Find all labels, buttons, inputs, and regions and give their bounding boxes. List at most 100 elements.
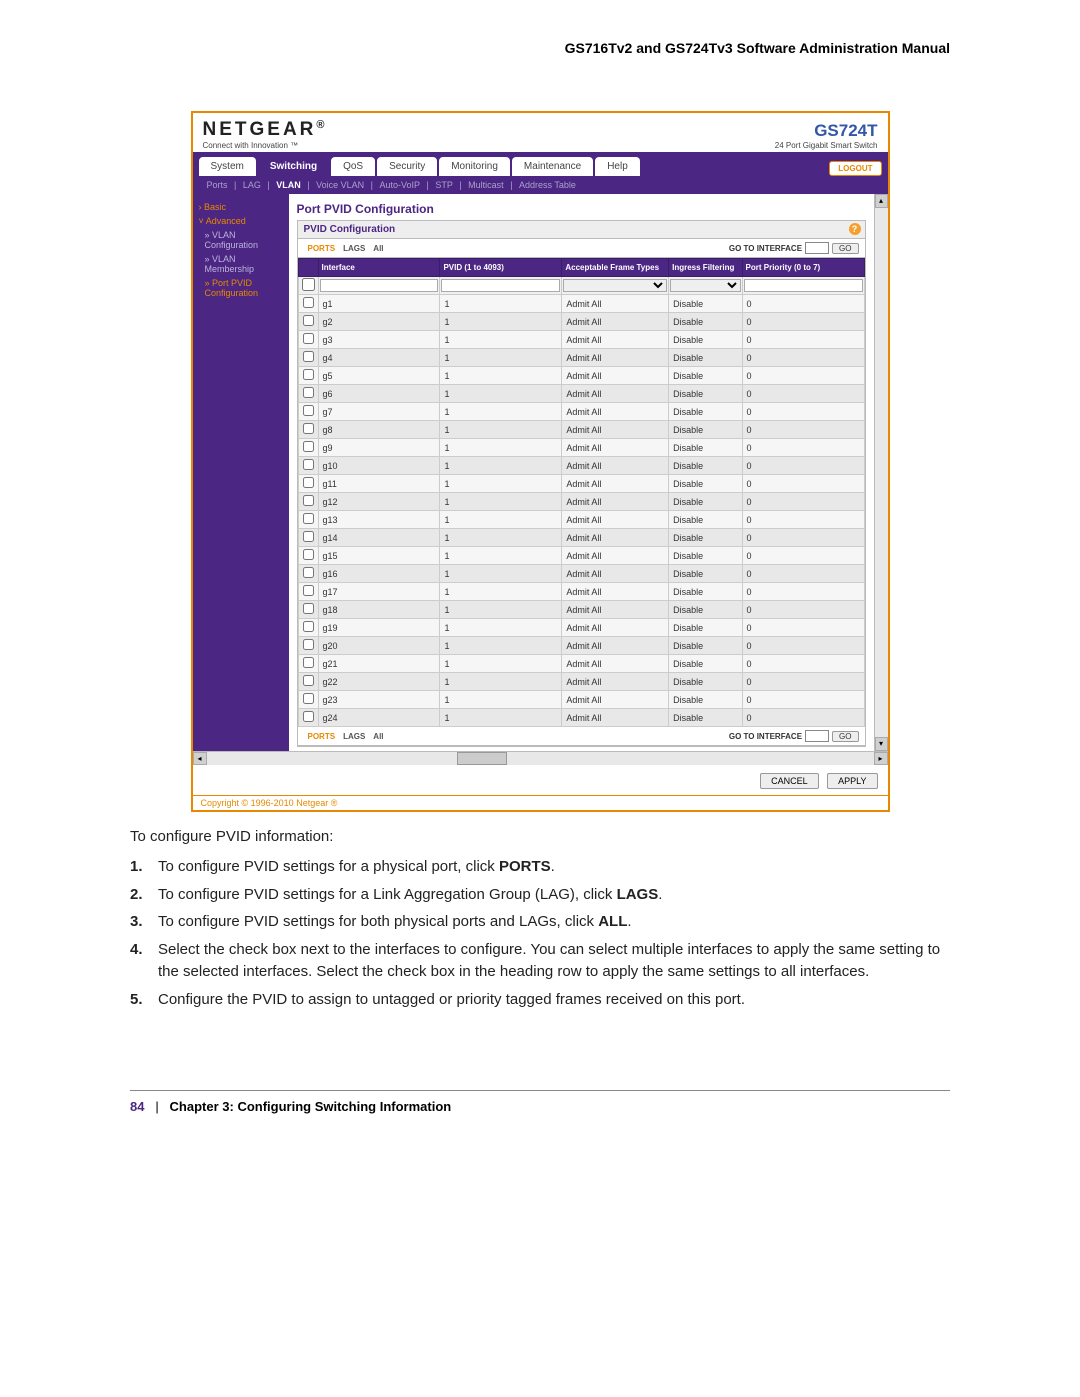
subnav-stp[interactable]: STP [431, 180, 457, 190]
cancel-button[interactable]: CANCEL [760, 773, 819, 789]
apply-button[interactable]: APPLY [827, 773, 877, 789]
cell-priority: 0 [742, 511, 864, 529]
go-button-bottom[interactable]: GO [832, 731, 858, 742]
column-header: Acceptable Frame Types [562, 259, 669, 277]
row-checkbox[interactable] [303, 585, 314, 596]
table-row: g171Admit AllDisable0 [298, 583, 864, 601]
tab-monitoring[interactable]: Monitoring [439, 157, 510, 176]
cell-pvid: 1 [440, 295, 562, 313]
row-checkbox[interactable] [303, 657, 314, 668]
row-checkbox[interactable] [303, 423, 314, 434]
tab-switching[interactable]: Switching [258, 157, 329, 176]
filter-pvid[interactable] [441, 279, 560, 292]
cell-interface: g5 [318, 367, 440, 385]
help-icon[interactable]: ? [849, 223, 861, 235]
cell-aft: Admit All [562, 439, 669, 457]
cell-priority: 0 [742, 637, 864, 655]
subnav-address-table[interactable]: Address Table [515, 180, 580, 190]
tab-system[interactable]: System [199, 157, 256, 176]
scroll-down-icon[interactable]: ▾ [875, 737, 888, 751]
row-checkbox[interactable] [303, 369, 314, 380]
cell-pvid: 1 [440, 313, 562, 331]
subnav-ports[interactable]: Ports [203, 180, 232, 190]
row-checkbox[interactable] [303, 639, 314, 650]
cell-ing: Disable [669, 493, 742, 511]
cell-priority: 0 [742, 403, 864, 421]
subnav-lag[interactable]: LAG [239, 180, 265, 190]
row-checkbox[interactable] [303, 387, 314, 398]
cell-interface: g13 [318, 511, 440, 529]
cell-ing: Disable [669, 331, 742, 349]
subnav-vlan[interactable]: VLAN [272, 180, 305, 190]
filter-ing[interactable] [670, 279, 740, 292]
goto-interface: GO TO INTERFACE GO [729, 242, 859, 254]
sidebar-cat-basic[interactable]: › Basic [193, 200, 289, 214]
lags-tab-bottom[interactable]: LAGS [339, 732, 369, 741]
cell-ing: Disable [669, 475, 742, 493]
scroll-right-icon[interactable]: ▸ [874, 752, 888, 765]
filter-aft[interactable] [563, 279, 667, 292]
row-checkbox[interactable] [303, 441, 314, 452]
all-tab[interactable]: All [369, 244, 387, 253]
row-checkbox[interactable] [303, 351, 314, 362]
row-checkbox[interactable] [303, 477, 314, 488]
row-checkbox[interactable] [303, 567, 314, 578]
row-checkbox[interactable] [303, 549, 314, 560]
cell-pvid: 1 [440, 655, 562, 673]
filter-priority[interactable] [744, 279, 863, 292]
tab-help[interactable]: Help [595, 157, 640, 176]
row-checkbox[interactable] [303, 495, 314, 506]
row-checkbox[interactable] [303, 531, 314, 542]
subnav-voice-vlan[interactable]: Voice VLAN [312, 180, 368, 190]
tab-maintenance[interactable]: Maintenance [512, 157, 593, 176]
row-checkbox[interactable] [303, 333, 314, 344]
vertical-scrollbar[interactable]: ▴ ▾ [874, 194, 888, 751]
cell-pvid: 1 [440, 457, 562, 475]
row-checkbox[interactable] [303, 711, 314, 722]
cell-ing: Disable [669, 529, 742, 547]
row-checkbox[interactable] [303, 675, 314, 686]
ports-tab[interactable]: PORTS [304, 244, 340, 253]
cell-priority: 0 [742, 457, 864, 475]
subnav-multicast[interactable]: Multicast [464, 180, 508, 190]
scroll-thumb[interactable] [457, 752, 507, 765]
cell-interface: g10 [318, 457, 440, 475]
all-tab-bottom[interactable]: All [369, 732, 387, 741]
select-all-checkbox[interactable] [300, 278, 317, 291]
cell-aft: Admit All [562, 655, 669, 673]
scroll-left-icon[interactable]: ◂ [193, 752, 207, 765]
tab-security[interactable]: Security [377, 157, 437, 176]
row-checkbox[interactable] [303, 405, 314, 416]
sidebar-cat-advanced[interactable]: ˅ Advanced [193, 214, 289, 228]
row-checkbox[interactable] [303, 459, 314, 470]
lags-tab[interactable]: LAGS [339, 244, 369, 253]
logout-button[interactable]: LOGOUT [829, 161, 881, 176]
goto-input-bottom[interactable] [805, 730, 829, 742]
subnav-auto-voip[interactable]: Auto-VoIP [375, 180, 424, 190]
cell-pvid: 1 [440, 601, 562, 619]
cell-aft: Admit All [562, 511, 669, 529]
cell-interface: g3 [318, 331, 440, 349]
scroll-up-icon[interactable]: ▴ [875, 194, 888, 208]
sidebar-item[interactable]: » VLAN Configuration [193, 228, 289, 252]
ports-tab-bottom[interactable]: PORTS [304, 732, 340, 741]
horizontal-scrollbar[interactable]: ◂ ▸ [193, 751, 888, 765]
cell-aft: Admit All [562, 547, 669, 565]
row-checkbox[interactable] [303, 513, 314, 524]
row-checkbox[interactable] [303, 621, 314, 632]
column-header: Interface [318, 259, 440, 277]
goto-input[interactable] [805, 242, 829, 254]
filter-interface[interactable] [320, 279, 439, 292]
row-checkbox[interactable] [303, 315, 314, 326]
go-button[interactable]: GO [832, 243, 858, 254]
page-title: Port PVID Configuration [297, 198, 866, 220]
sidebar-item[interactable]: » Port PVID Configuration [193, 276, 289, 300]
cell-priority: 0 [742, 529, 864, 547]
cell-ing: Disable [669, 565, 742, 583]
sidebar-item[interactable]: » VLAN Membership [193, 252, 289, 276]
tab-qos[interactable]: QoS [331, 157, 375, 176]
row-checkbox[interactable] [303, 693, 314, 704]
row-checkbox[interactable] [303, 297, 314, 308]
row-checkbox[interactable] [303, 603, 314, 614]
cell-pvid: 1 [440, 403, 562, 421]
